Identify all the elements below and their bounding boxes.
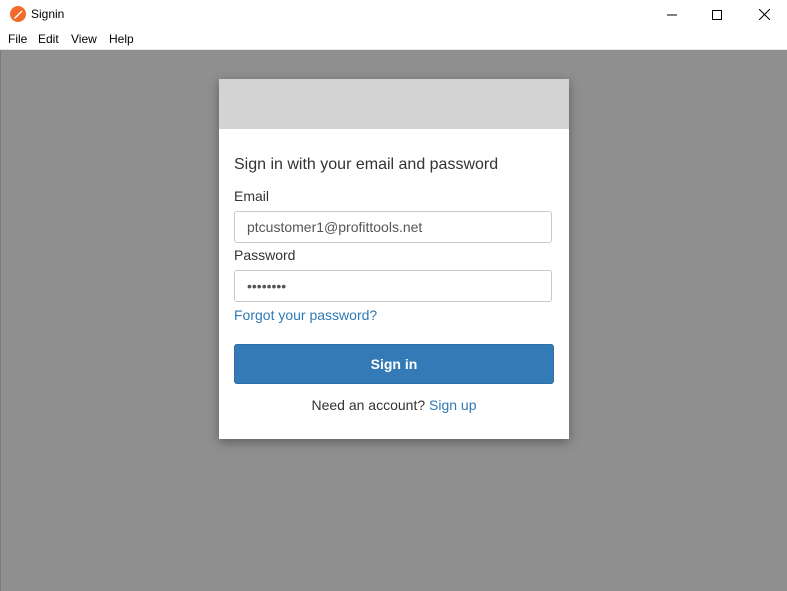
close-icon (758, 9, 770, 20)
email-field[interactable] (234, 211, 552, 243)
menu-help[interactable]: Help (109, 32, 134, 46)
title-bar: Signin (0, 0, 787, 29)
card-header (219, 79, 569, 129)
minimize-button[interactable] (649, 0, 695, 29)
forgot-password-link[interactable]: Forgot your password? (234, 307, 377, 323)
maximize-button[interactable] (694, 0, 740, 29)
menu-view[interactable]: View (71, 32, 97, 46)
pen-icon (10, 6, 26, 22)
signup-prompt: Need an account? Sign up (219, 397, 569, 413)
menu-edit[interactable]: Edit (38, 32, 59, 46)
no-account-text: Need an account? (311, 397, 426, 413)
minimize-icon (667, 14, 677, 15)
signin-card: Sign in with your email and password Ema… (219, 79, 569, 439)
password-label: Password (234, 247, 296, 263)
window-title: Signin (31, 7, 65, 21)
signin-heading: Sign in with your email and password (234, 156, 499, 173)
maximize-icon (712, 9, 722, 20)
menu-file[interactable]: File (8, 32, 27, 46)
menu-bar: File Edit View Help (0, 29, 787, 50)
signin-button[interactable]: Sign in (234, 344, 554, 384)
email-label: Email (234, 188, 270, 204)
password-field[interactable] (234, 270, 552, 302)
close-button[interactable] (741, 0, 787, 29)
signup-link[interactable]: Sign up (429, 397, 476, 413)
